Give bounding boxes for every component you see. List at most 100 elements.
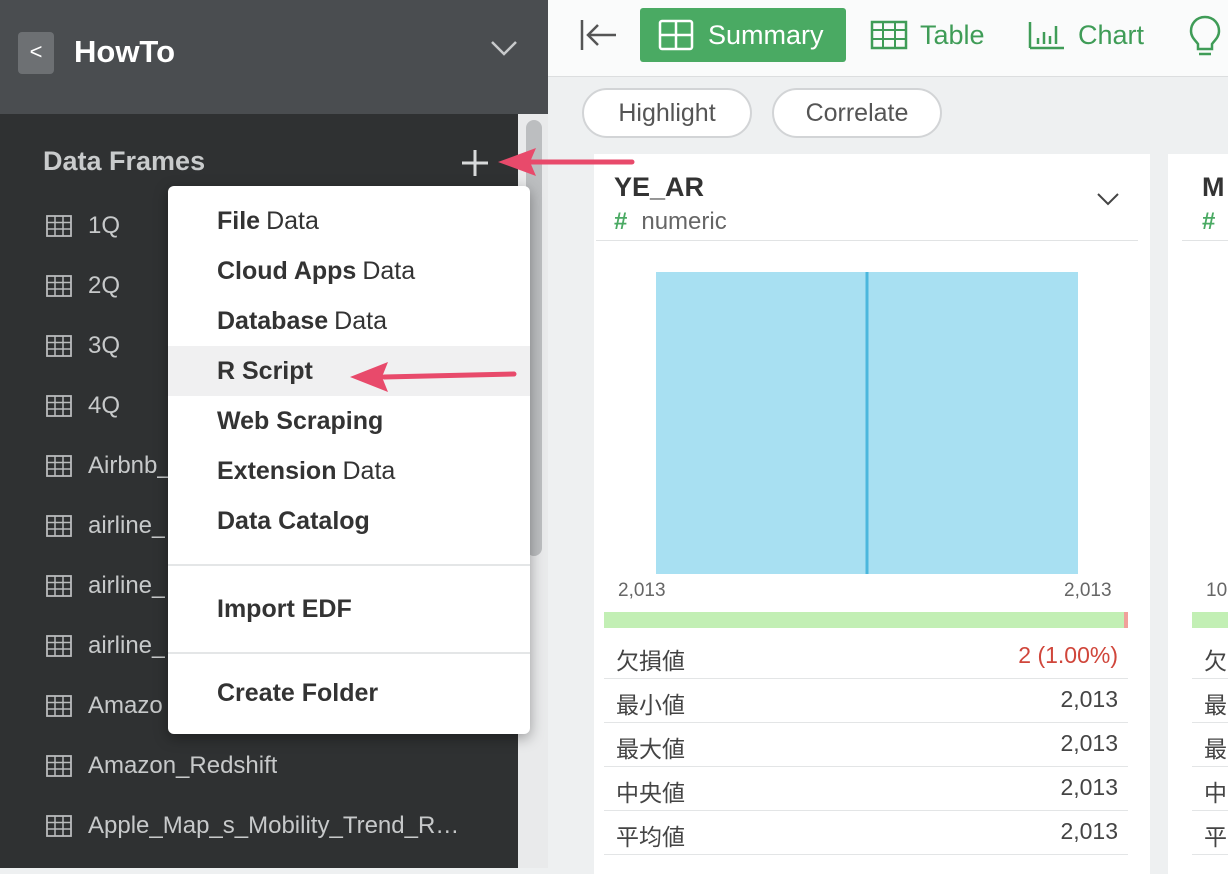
back-button[interactable]: < bbox=[18, 32, 54, 74]
table-icon bbox=[46, 215, 72, 237]
table-icon bbox=[870, 20, 908, 50]
menu-item-database[interactable]: Database Data bbox=[168, 296, 530, 346]
stat-row-2: 平 bbox=[1192, 810, 1228, 855]
stat-row: 最小値 2,013 bbox=[604, 678, 1128, 723]
stat-row: 欠損値 2 (1.00%) bbox=[604, 634, 1128, 679]
menu-item-import-edf[interactable]: Import EDF bbox=[168, 584, 530, 634]
tab-summary[interactable]: Summary bbox=[640, 8, 846, 62]
tab-table-label: Table bbox=[920, 19, 985, 50]
project-header: < HowTo bbox=[0, 0, 548, 114]
stat-row-2: 最 bbox=[1192, 678, 1228, 723]
menu-item-bold-label: Import EDF bbox=[217, 594, 352, 623]
menu-item-bold-label: R Script bbox=[217, 356, 313, 385]
menu-item-create-folder[interactable]: Create Folder bbox=[168, 668, 530, 718]
sidebar-item-label: 4Q bbox=[88, 392, 121, 419]
sidebar-item-label: Apple_Map_s_Mobility_Trend_R… bbox=[88, 812, 460, 839]
sidebar-item-label: Amazo bbox=[88, 692, 163, 719]
menu-item-suffix: Data bbox=[266, 206, 319, 235]
numeric-type-icon-2: # bbox=[1202, 208, 1216, 235]
sidebar-item-data-frame[interactable]: Apple_Map_s_Mobility_Trend_R… bbox=[46, 806, 506, 846]
menu-item-bold-label: Extension bbox=[217, 456, 337, 485]
tab-table[interactable]: Table bbox=[870, 8, 985, 62]
stat-label: 欠損値 bbox=[616, 648, 685, 674]
table-icon bbox=[46, 515, 72, 537]
sidebar-item-label: Amazon_Redshift bbox=[88, 752, 278, 779]
sidebar-item-label: 2Q bbox=[88, 272, 121, 299]
menu-item-bold-label: Cloud Apps bbox=[217, 256, 357, 285]
add-data-frame-icon[interactable] bbox=[458, 146, 492, 180]
sidebar-item-label: 3Q bbox=[88, 332, 121, 359]
stat-value: 2,013 bbox=[1060, 730, 1118, 756]
menu-item-data-catalog[interactable]: Data Catalog bbox=[168, 496, 530, 546]
sidebar-item-label: 1Q bbox=[88, 212, 121, 239]
table-icon bbox=[46, 815, 72, 837]
missing-values-bar bbox=[1124, 612, 1128, 628]
menu-item-suffix: Data bbox=[362, 256, 416, 285]
grid-icon bbox=[658, 19, 694, 51]
column-type: # numeric bbox=[614, 208, 727, 236]
histogram bbox=[656, 272, 1078, 574]
stat-label-2: 中 bbox=[1204, 780, 1227, 806]
menu-item-web-scraping[interactable]: Web Scraping bbox=[168, 396, 530, 446]
lightbulb-icon[interactable] bbox=[1188, 14, 1222, 58]
sidebar-item-label: airline_ bbox=[88, 632, 166, 659]
stat-row-2: 欠 bbox=[1192, 634, 1228, 679]
table-icon bbox=[46, 455, 72, 477]
menu-divider bbox=[168, 652, 530, 654]
card-divider-2 bbox=[1182, 240, 1228, 241]
sidebar-item-label: airline_ bbox=[88, 512, 166, 539]
menu-item-suffix: Data bbox=[334, 306, 387, 335]
table-icon bbox=[46, 395, 72, 417]
annotation-arrow-icon bbox=[498, 148, 635, 176]
valid-values-bar-2 bbox=[1192, 612, 1228, 628]
highlight-button[interactable]: Highlight bbox=[582, 88, 752, 138]
menu-item-extension[interactable]: Extension Data bbox=[168, 446, 530, 496]
histogram-min-label: 2,013 bbox=[618, 580, 666, 601]
chevron-down-icon[interactable] bbox=[490, 38, 518, 58]
sidebar-item-data-frame[interactable]: Amazon_Redshift bbox=[46, 746, 506, 786]
stat-row: 中央値 2,013 bbox=[604, 766, 1128, 811]
column-type-label: numeric bbox=[641, 208, 727, 235]
stat-row: 最大値 2,013 bbox=[604, 722, 1128, 767]
collapse-sidebar-icon[interactable] bbox=[578, 16, 618, 54]
stat-label-2: 平 bbox=[1204, 824, 1227, 850]
menu-item-bold-label: Data Catalog bbox=[217, 506, 370, 535]
stat-row-2: 中 bbox=[1192, 766, 1228, 811]
annotation-arrow-icon bbox=[350, 362, 517, 392]
stat-label-2: 欠 bbox=[1204, 648, 1227, 674]
table-icon bbox=[46, 755, 72, 777]
card-divider bbox=[596, 240, 1138, 241]
table-icon bbox=[46, 275, 72, 297]
menu-item-bold-label: Database bbox=[217, 306, 329, 335]
menu-item-bold-label: File bbox=[217, 206, 261, 235]
histogram-max-label: 2,013 bbox=[1064, 580, 1112, 601]
sidebar-item-label: airline_ bbox=[88, 572, 166, 599]
stat-value: 2,013 bbox=[1060, 686, 1118, 712]
tab-chart[interactable]: Chart bbox=[1028, 8, 1144, 62]
histogram-min-label-2: 10 bbox=[1206, 580, 1228, 601]
menu-divider bbox=[168, 564, 530, 566]
stat-value: 2 (1.00%) bbox=[1018, 642, 1118, 668]
menu-item-bold-label: Web Scraping bbox=[217, 406, 384, 435]
stat-row: 平均値 2,013 bbox=[604, 810, 1128, 855]
tab-chart-label: Chart bbox=[1078, 19, 1145, 50]
project-title: HowTo bbox=[74, 34, 176, 69]
stat-label: 最大値 bbox=[616, 736, 685, 762]
menu-item-cloud-apps[interactable]: Cloud Apps Data bbox=[168, 246, 530, 296]
stat-value: 2,013 bbox=[1060, 774, 1118, 800]
menu-item-bold-label: Create Folder bbox=[217, 678, 379, 707]
correlate-button[interactable]: Correlate bbox=[772, 88, 942, 138]
stat-label-2: 最 bbox=[1204, 736, 1227, 762]
table-icon bbox=[46, 695, 72, 717]
sidebar-item-label: Airbnb_ bbox=[88, 452, 171, 479]
stat-label-2: 最 bbox=[1204, 692, 1227, 718]
chevron-down-icon[interactable] bbox=[1096, 190, 1120, 208]
stat-label: 最小値 bbox=[616, 692, 685, 718]
add-data-menu: File Data Cloud Apps Data Database Data R Scri… bbox=[168, 186, 530, 734]
table-icon bbox=[46, 335, 72, 357]
table-icon bbox=[46, 575, 72, 597]
menu-item-file[interactable]: File Data bbox=[168, 196, 530, 246]
bar-chart-icon bbox=[1028, 22, 1064, 50]
numeric-type-icon: # bbox=[614, 208, 628, 235]
stat-label: 中央値 bbox=[616, 780, 685, 806]
